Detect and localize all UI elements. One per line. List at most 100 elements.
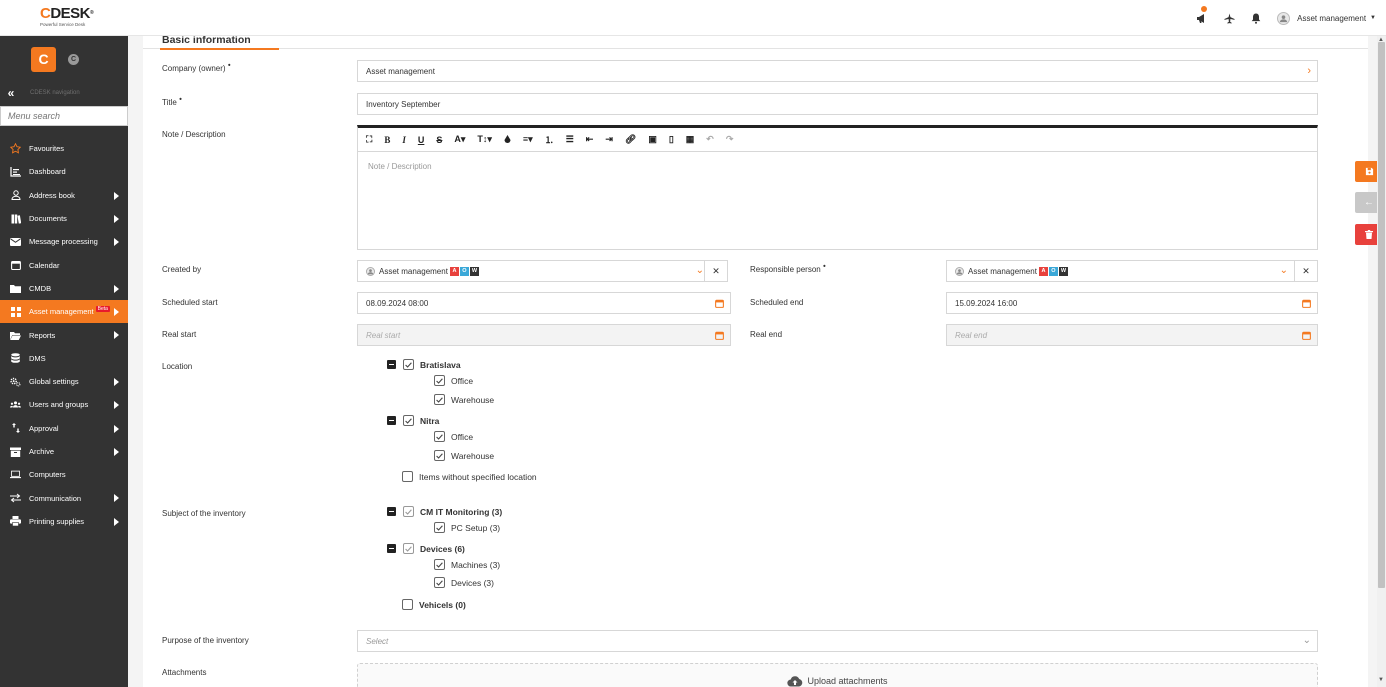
created-by-select[interactable]: Asset management A O W ⌄ <box>357 260 711 282</box>
cdesk-c-logo[interactable]: C <box>31 46 56 72</box>
outdent-icon[interactable]: ⇤ <box>586 134 594 145</box>
tree-node-machines[interactable]: Machines (3) <box>434 559 500 570</box>
collapse-sidebar-icon[interactable]: « <box>0 86 22 100</box>
purpose-select[interactable]: Select ⌄ <box>357 630 1318 652</box>
upload-label[interactable]: Upload attachments <box>807 676 887 687</box>
clear-created-by-button[interactable]: ✕ <box>704 260 728 282</box>
sidebar-item-cmdb[interactable]: CMDB <box>0 277 128 300</box>
checkbox[interactable] <box>434 431 445 442</box>
upload-dropzone[interactable]: Upload attachments <box>357 663 1318 687</box>
underline-icon[interactable]: U <box>418 135 425 145</box>
sidebar-item-favourites[interactable]: Favourites <box>0 137 128 160</box>
rich-text-editor[interactable]: ⛶ B I U S A▾ T↕▾ ≡▾ ⒈ ☰ ⇤ ⇥ 🔗︎ ▣ ▯ ▦ ↶ ↷… <box>357 125 1318 250</box>
real-end-input[interactable]: Real end <box>946 324 1318 346</box>
sidebar-item-address-book[interactable]: Address book <box>0 184 128 207</box>
chevron-right-icon[interactable]: › <box>1307 65 1311 77</box>
fullscreen-icon[interactable]: ⛶ <box>366 134 372 145</box>
cdesk-logo[interactable]: CDESK® Powerful Service Desk <box>40 6 94 27</box>
chevron-down-icon[interactable]: ⌄ <box>1280 265 1288 276</box>
note-textarea[interactable]: Note / Description <box>358 152 1317 181</box>
sidebar-item-asset-management[interactable]: Asset management Beta <box>0 300 128 324</box>
checkbox[interactable] <box>403 359 414 370</box>
scheduled-start-input[interactable]: 08.09.2024 08:00 <box>357 292 731 314</box>
strikethrough-icon[interactable]: S <box>436 135 442 145</box>
sidebar-item-users-and-groups[interactable]: Users and groups <box>0 393 128 416</box>
font-size-icon[interactable]: A▾ <box>454 134 465 145</box>
responsible-select[interactable]: Asset management A O W ⌄ <box>946 260 1295 282</box>
bell-icon[interactable] <box>1247 9 1265 27</box>
title-input[interactable]: Inventory September <box>357 93 1318 115</box>
unordered-list-icon[interactable]: ☰ <box>566 134 574 145</box>
checkbox[interactable] <box>434 522 445 533</box>
image-icon[interactable]: ▣ <box>648 134 657 145</box>
checkbox[interactable] <box>434 559 445 570</box>
checkbox[interactable] <box>402 471 413 482</box>
collapse-icon[interactable] <box>387 416 396 425</box>
tree-node-no-location[interactable]: Items without specified location <box>402 471 537 482</box>
tree-node-vehicles[interactable]: Vehicels (0) <box>402 599 466 610</box>
redo-icon[interactable]: ↷ <box>726 134 734 145</box>
calendar-icon[interactable] <box>715 331 724 342</box>
tree-node-pc-setup[interactable]: PC Setup (3) <box>434 522 500 533</box>
tree-node-devices[interactable]: Devices (6) <box>387 543 465 554</box>
company-field[interactable]: Asset management › <box>357 60 1318 82</box>
align-icon[interactable]: ≡▾ <box>523 134 533 145</box>
tree-node-bratislava-office[interactable]: Office <box>434 375 473 386</box>
checkbox[interactable] <box>403 543 414 554</box>
sidebar-item-dashboard[interactable]: Dashboard <box>0 160 128 183</box>
tree-node-bratislava[interactable]: Bratislava <box>387 359 461 370</box>
italic-icon[interactable]: I <box>402 135 406 145</box>
menu-search-box[interactable] <box>0 106 128 126</box>
collapse-icon[interactable] <box>387 360 396 369</box>
sidebar-item-documents[interactable]: Documents <box>0 207 128 230</box>
tree-node-nitra[interactable]: Nitra <box>387 415 439 426</box>
tree-node-devices-sub[interactable]: Devices (3) <box>434 577 494 588</box>
sidebar-item-computers[interactable]: Computers <box>0 463 128 486</box>
calendar-icon[interactable] <box>1302 299 1311 310</box>
sidebar-item-printing-supplies[interactable]: Printing supplies <box>0 510 128 533</box>
menu-search-input[interactable] <box>8 111 120 121</box>
sidebar-item-dms[interactable]: DMS <box>0 347 128 370</box>
scheduled-end-input[interactable]: 15.09.2024 16:00 <box>946 292 1318 314</box>
sidebar-item-approval[interactable]: Approval <box>0 417 128 440</box>
sidebar-item-archive[interactable]: Archive <box>0 440 128 463</box>
checkbox[interactable] <box>403 506 414 517</box>
checkbox[interactable] <box>434 375 445 386</box>
ordered-list-icon[interactable]: ⒈ <box>545 133 554 146</box>
sidebar-item-message-processing[interactable]: Message processing <box>0 230 128 253</box>
chevron-down-icon[interactable]: ▼ <box>1370 15 1376 21</box>
real-start-input[interactable]: Real start <box>357 324 731 346</box>
collapse-icon[interactable] <box>387 507 396 516</box>
sidebar-item-calendar[interactable]: Calendar <box>0 253 128 276</box>
checkbox[interactable] <box>403 415 414 426</box>
tree-node-cm-it[interactable]: CM IT Monitoring (3) <box>387 506 502 517</box>
clear-responsible-button[interactable]: ✕ <box>1294 260 1318 282</box>
scroll-down-icon[interactable]: ▼ <box>1378 677 1384 683</box>
bold-icon[interactable]: B <box>384 135 390 145</box>
indent-icon[interactable]: ⇥ <box>605 134 613 145</box>
collapse-icon[interactable] <box>387 544 396 553</box>
file-icon[interactable]: ▯ <box>669 134 674 145</box>
undo-icon[interactable]: ↶ <box>706 134 714 145</box>
color-drop-icon[interactable] <box>504 135 511 144</box>
scrollbar-thumb[interactable] <box>1378 42 1385 588</box>
user-avatar-icon[interactable] <box>1277 11 1291 25</box>
checkbox[interactable] <box>434 450 445 461</box>
sidebar-item-communication[interactable]: Communication <box>0 486 128 509</box>
scroll-up-icon[interactable]: ▲ <box>1378 37 1384 43</box>
megaphone-icon[interactable] <box>1193 6 1211 27</box>
tree-node-nitra-warehouse[interactable]: Warehouse <box>434 450 494 461</box>
checkbox[interactable] <box>402 599 413 610</box>
user-menu-label[interactable]: Asset management <box>1297 14 1366 23</box>
link-icon[interactable]: 🔗︎ <box>625 134 636 145</box>
checkbox[interactable] <box>434 394 445 405</box>
sidebar-item-global-settings[interactable]: Global settings <box>0 370 128 393</box>
chevron-down-icon[interactable]: ⌄ <box>1303 635 1311 646</box>
calendar-icon[interactable] <box>1302 331 1311 342</box>
sidebar-item-reports[interactable]: Reports <box>0 323 128 346</box>
table-icon[interactable]: ▦ <box>686 134 695 145</box>
cdesk-small-logo[interactable]: C <box>68 53 79 65</box>
tree-node-bratislava-warehouse[interactable]: Warehouse <box>434 394 494 405</box>
tree-node-nitra-office[interactable]: Office <box>434 431 473 442</box>
checkbox[interactable] <box>434 577 445 588</box>
